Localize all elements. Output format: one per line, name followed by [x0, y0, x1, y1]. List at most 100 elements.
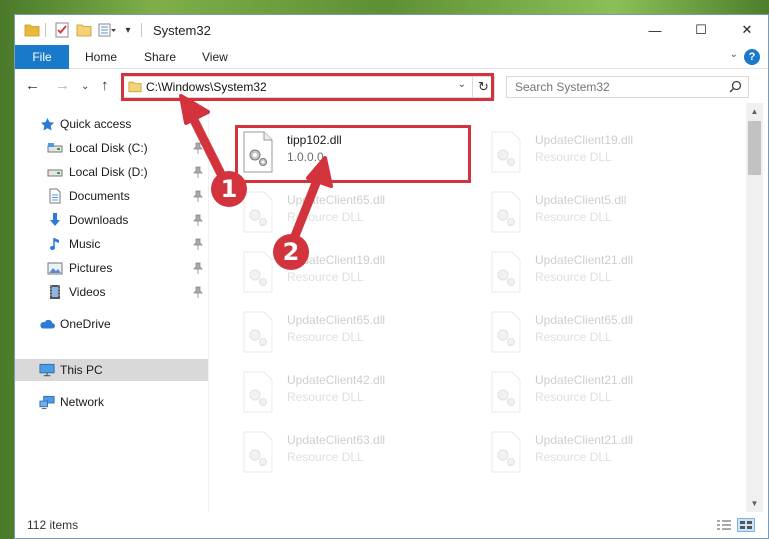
dll-file-icon [489, 431, 523, 473]
sidebar-item-this-pc[interactable]: This PC [15, 359, 208, 381]
scroll-down-icon[interactable]: ▼ [746, 495, 763, 512]
file-tile[interactable]: UpdateClient42.dll Resource DLL [235, 365, 471, 421]
file-name: UpdateClient21.dll [535, 253, 634, 267]
back-arrow-icon[interactable]: ← [25, 78, 40, 94]
pin-icon[interactable] [193, 166, 203, 178]
file-tile-tipp102[interactable]: tipp102.dll 1.0.0.0 [235, 125, 471, 181]
file-tile[interactable]: UpdateClient19.dll Resource DLL [235, 245, 471, 301]
search-box[interactable] [506, 76, 749, 98]
file-tile[interactable]: UpdateClient63.dll Resource DLL [235, 425, 471, 481]
scroll-up-icon[interactable]: ▲ [746, 103, 763, 120]
pin-icon[interactable] [193, 262, 203, 274]
file-list: tipp102.dll 1.0.0.0 UpdateClient65.dll R… [209, 103, 746, 512]
file-tile[interactable]: UpdateClient65.dll Resource DLL [235, 305, 471, 361]
sidebar-item-label: Network [60, 395, 105, 409]
sidebar-item-network[interactable]: Network [15, 391, 208, 413]
file-name: UpdateClient65.dll [535, 313, 634, 327]
music-icon [47, 236, 63, 252]
tab-home[interactable]: Home [85, 45, 117, 69]
sidebar-item-local-disk-d[interactable]: Local Disk (D:) [15, 161, 208, 183]
pin-icon[interactable] [193, 214, 203, 226]
file-tile[interactable]: UpdateClient21.dll Resource DLL [483, 245, 719, 301]
step-2-badge: 2 [273, 234, 309, 270]
file-description: Resource DLL [287, 450, 364, 464]
search-input[interactable] [507, 77, 727, 97]
navigation-bar: ← → ⌄ ↑ C:\Windows\System32 ⌄ ↻ [15, 70, 768, 102]
recent-locations-icon[interactable]: ⌄ [81, 79, 89, 95]
pin-icon[interactable] [193, 190, 203, 202]
help-icon[interactable]: ? [744, 49, 760, 65]
search-icon[interactable] [729, 80, 742, 96]
file-description: Resource DLL [287, 330, 364, 344]
dll-file-icon [489, 131, 523, 173]
videos-icon [47, 284, 63, 300]
sidebar-item-documents[interactable]: Documents [15, 185, 208, 207]
toolbar-divider [45, 23, 46, 37]
sidebar-item-quick-access[interactable]: Quick access [15, 113, 208, 135]
drive-icon [47, 164, 63, 180]
dll-file-icon [241, 131, 275, 173]
file-description: Resource DLL [535, 150, 612, 164]
window-title: System32 [153, 23, 211, 38]
file-name: tipp102.dll [287, 133, 342, 147]
file-name: UpdateClient21.dll [535, 433, 634, 447]
tiles-view-icon[interactable] [737, 518, 755, 532]
pin-icon[interactable] [193, 286, 203, 298]
new-folder-icon[interactable] [75, 21, 93, 39]
file-name: UpdateClient42.dll [287, 373, 386, 387]
close-button[interactable]: ✕ [724, 15, 768, 45]
details-view-icon[interactable] [715, 518, 733, 532]
sidebar-item-videos[interactable]: Videos [15, 281, 208, 303]
tab-share[interactable]: Share [144, 45, 176, 69]
dll-file-icon [241, 431, 275, 473]
file-description: Resource DLL [535, 390, 612, 404]
sidebar-item-pictures[interactable]: Pictures [15, 257, 208, 279]
address-bar[interactable]: C:\Windows\System32 ⌄ ↻ [123, 76, 495, 98]
chevron-down-icon[interactable]: ⌄ [730, 49, 738, 60]
dropdown-arrow-icon[interactable]: ▾ [121, 21, 135, 39]
item-count: 112 items [27, 518, 79, 532]
dll-file-icon [489, 371, 523, 413]
dll-file-icon [241, 251, 275, 293]
address-path[interactable]: C:\Windows\System32 [146, 80, 267, 94]
status-bar: 112 items [15, 512, 768, 538]
sidebar-item-downloads[interactable]: Downloads [15, 209, 208, 231]
pin-icon[interactable] [193, 142, 203, 154]
file-name: UpdateClient19.dll [535, 133, 634, 147]
sidebar-item-onedrive[interactable]: OneDrive [15, 313, 208, 335]
customize-toolbar-icon[interactable] [97, 21, 117, 39]
sidebar-item-music[interactable]: Music [15, 233, 208, 255]
file-tile[interactable]: UpdateClient21.dll Resource DLL [483, 365, 719, 421]
refresh-icon[interactable]: ↻ [472, 77, 494, 97]
forward-arrow-icon[interactable]: → [55, 78, 70, 94]
pin-icon[interactable] [193, 238, 203, 250]
sidebar-item-label: Pictures [69, 261, 113, 275]
file-tile[interactable]: UpdateClient21.dll Resource DLL [483, 425, 719, 481]
file-name: UpdateClient65.dll [287, 313, 386, 327]
properties-icon[interactable] [53, 21, 71, 39]
file-tile[interactable]: UpdateClient5.dll Resource DLL [483, 185, 719, 241]
ribbon-tabs: File Home Share View ⌄ ? [15, 45, 768, 69]
file-tile[interactable]: UpdateClient19.dll Resource DLL [483, 125, 719, 181]
tab-file[interactable]: File [15, 45, 69, 69]
dll-file-icon [489, 191, 523, 233]
navigation-pane: Quick access Local Disk (C:) Local Disk … [15, 103, 208, 512]
tab-view[interactable]: View [202, 45, 228, 69]
sidebar-item-label: Local Disk (C:) [69, 141, 148, 155]
file-explorer-window: ▾ System32 — ☐ ✕ File Home Share View ⌄ … [14, 14, 769, 539]
pc-icon [39, 362, 55, 378]
address-dropdown-icon[interactable]: ⌄ [458, 79, 466, 90]
file-tile[interactable]: UpdateClient65.dll Resource DLL [235, 185, 471, 241]
file-tile[interactable]: UpdateClient65.dll Resource DLL [483, 305, 719, 361]
file-name: UpdateClient5.dll [535, 193, 627, 207]
up-arrow-icon[interactable]: ↑ [101, 78, 109, 94]
folder-icon [23, 21, 41, 39]
vertical-scrollbar[interactable]: ▲ ▼ [746, 103, 763, 512]
star-icon [39, 116, 55, 132]
dll-file-icon [241, 191, 275, 233]
dll-file-icon [241, 371, 275, 413]
maximize-button[interactable]: ☐ [678, 15, 724, 45]
scroll-thumb[interactable] [748, 121, 761, 175]
sidebar-item-local-disk-c[interactable]: Local Disk (C:) [15, 137, 208, 159]
minimize-button[interactable]: — [632, 15, 678, 45]
